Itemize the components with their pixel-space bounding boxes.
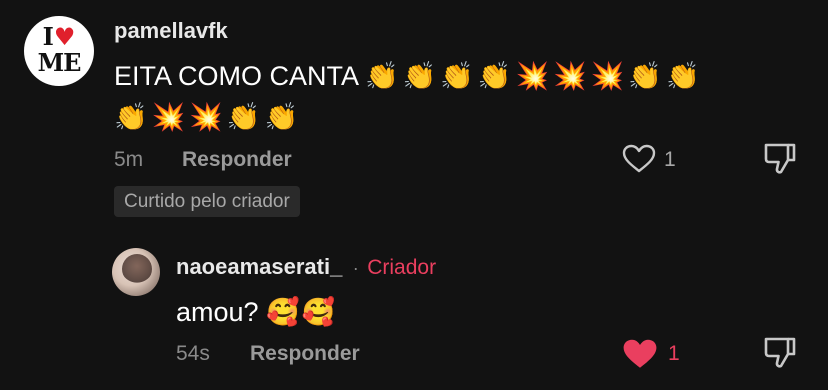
like-button[interactable] [622, 144, 656, 174]
comment-emojis-line1: 👏👏👏👏💥💥💥👏👏 [365, 61, 704, 92]
thumbs-down-icon [764, 143, 796, 174]
comment-emojis: 🥰🥰 [266, 297, 338, 328]
heart-filled-icon [623, 339, 657, 368]
creator-label: Criador [367, 256, 437, 279]
comment-time: 5m [114, 148, 144, 171]
heart-icon: ♥ [53, 22, 76, 51]
reply-button[interactable]: Responder [182, 148, 292, 172]
thumbs-down-icon [764, 337, 796, 368]
dislike-button[interactable] [762, 334, 798, 370]
avatar[interactable] [112, 248, 160, 296]
liked-by-creator-badge: Curtido pelo criador [114, 186, 300, 217]
like-count: 1 [668, 342, 680, 365]
avatar[interactable]: I♥ ME [24, 16, 94, 86]
heart-outline-icon [622, 144, 656, 173]
reply-header: naoeamaserati_ · Criador [176, 254, 436, 280]
comment-text: EITA COMO CANTA [114, 61, 358, 91]
comment-text-line1: EITA COMO CANTA 👏👏👏👏💥💥💥👏👏 [114, 56, 704, 97]
comment-time: 54s [176, 342, 210, 365]
comment-text: amou? [176, 297, 259, 327]
comment-username[interactable]: pamellavfk [114, 18, 228, 44]
avatar-letter: I [42, 22, 54, 51]
avatar-text: ME [37, 48, 82, 77]
reply-button[interactable]: Responder [250, 342, 360, 366]
like-count: 1 [664, 148, 676, 171]
comment-text-line1: amou? 🥰🥰 [176, 292, 337, 333]
separator: · [352, 258, 359, 278]
comment-username[interactable]: naoeamaserati_ [176, 254, 342, 279]
dislike-button[interactable] [762, 140, 798, 176]
like-button[interactable] [622, 338, 658, 370]
comment-emojis-line2: 👏💥💥👏👏 [114, 102, 303, 133]
